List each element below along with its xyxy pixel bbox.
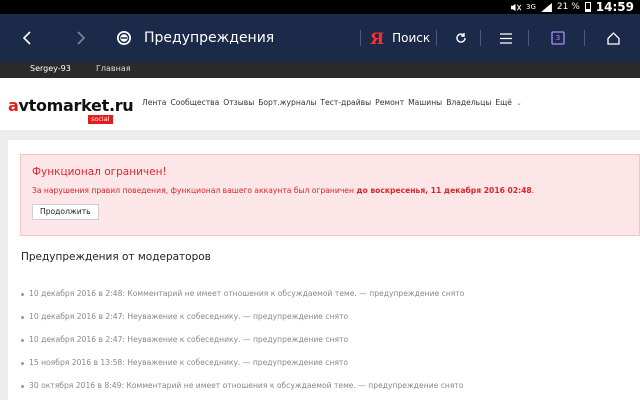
list-item: 15 ноября 2016 в 13:58: Неуважение к соб… — [21, 357, 464, 380]
forward-button[interactable] — [62, 14, 100, 62]
nav-item-test-drives[interactable]: Тест-драйвы — [320, 98, 371, 107]
username-link[interactable]: Sergey-93 — [30, 62, 71, 76]
site-logo[interactable]: avtomarket.ru — [8, 96, 134, 115]
home-button[interactable] — [594, 14, 632, 62]
warning-text: 30 октября 2016 в 8:49: Комментарий не и… — [29, 381, 464, 390]
bullet-icon — [21, 315, 24, 319]
list-item: 10 декабря 2016 в 2:47: Неуважение к соб… — [21, 311, 464, 334]
chevron-down-icon: ⌄ — [515, 99, 522, 107]
search-button[interactable]: Я Поиск — [370, 14, 430, 62]
logo-letter: a — [8, 96, 19, 115]
back-button[interactable] — [8, 14, 46, 62]
main-content: Функционал ограничен! За нарушения прави… — [8, 140, 640, 400]
nav-item-owners[interactable]: Владельцы — [446, 98, 491, 107]
warning-text: 15 ноября 2016 в 13:58: Неуважение к соб… — [29, 358, 349, 367]
home-icon — [606, 31, 620, 45]
tab-count: 3 — [555, 34, 561, 42]
warnings-list: 10 декабря 2016 в 2:48: Комментарий не и… — [21, 288, 464, 400]
nav-item-communities[interactable]: Сообщества — [170, 98, 219, 107]
bullet-icon — [21, 338, 24, 342]
forward-icon — [77, 31, 86, 45]
bullet-icon — [21, 292, 24, 296]
clock: 14:59 — [595, 0, 634, 14]
warnings-title: Предупреждения от модераторов — [21, 251, 211, 263]
refresh-icon — [456, 33, 466, 43]
home-link[interactable]: Главная — [96, 62, 131, 76]
logo-badge: social — [88, 115, 113, 124]
list-item: 10 декабря 2016 в 2:48: Комментарий не и… — [21, 288, 464, 311]
browser-toolbar: Предупреждения Я Поиск 3 — [0, 14, 640, 62]
yandex-logo: Я — [370, 28, 385, 48]
warning-text: 10 декабря 2016 в 2:47: Неуважение к соб… — [29, 312, 349, 321]
nav-item-cars[interactable]: Машины — [408, 98, 442, 107]
alert-message-date: до воскресенья, 11 декабря 2016 02:48 — [356, 186, 532, 195]
network-type: 3G — [526, 3, 536, 11]
search-label: Поиск — [392, 31, 431, 45]
nav-item-logbooks[interactable]: Борт.журналы — [258, 98, 316, 107]
nav-item-repair[interactable]: Ремонт — [375, 98, 404, 107]
logo-text: vtomarket.ru — [18, 96, 134, 115]
status-icons: 3G 21 % 14:59 — [510, 0, 634, 14]
restriction-alert: Функционал ограничен! За нарушения прави… — [20, 154, 640, 236]
nav-item-more[interactable]: Ещё ⌄ — [495, 98, 522, 107]
toolbar-divider — [480, 30, 481, 46]
toolbar-divider — [528, 30, 529, 46]
alert-message-suffix: . — [531, 186, 535, 195]
status-bar: 3G 21 % 14:59 — [0, 0, 640, 14]
list-item: 10 декабря 2016 в 2:47: Неуважение к соб… — [21, 334, 464, 357]
battery-percent: 21 % — [556, 2, 580, 12]
back-icon — [22, 31, 31, 45]
continue-button[interactable]: Продолжить — [32, 204, 99, 220]
refresh-button[interactable] — [442, 14, 480, 62]
main-nav: Лента Сообщества Отзывы Борт.журналы Тес… — [142, 98, 522, 107]
mute-icon — [511, 3, 522, 11]
bullet-icon — [21, 361, 24, 365]
signal-icon — [541, 2, 552, 12]
toolbar-divider — [436, 30, 437, 46]
tabs-button[interactable]: 3 — [540, 14, 576, 62]
warning-text: 10 декабря 2016 в 2:47: Неуважение к соб… — [29, 335, 349, 344]
site-user-bar: Sergey-93 Главная — [0, 62, 640, 78]
nav-item-feed[interactable]: Лента — [142, 98, 166, 107]
page-title: Предупреждения — [144, 30, 275, 46]
nav-item-more-label: Ещё — [495, 98, 512, 107]
site-favicon-icon — [117, 31, 131, 45]
list-item: 30 октября 2016 в 8:49: Комментарий не и… — [21, 380, 464, 400]
warning-text: 10 декабря 2016 в 2:48: Комментарий не и… — [29, 289, 465, 298]
battery-icon — [584, 2, 591, 12]
alert-message-prefix: За нарушения правил поведения, функциона… — [32, 186, 357, 195]
toolbar-divider — [584, 30, 585, 46]
nav-item-reviews[interactable]: Отзывы — [223, 98, 254, 107]
alert-message: За нарушения правил поведения, функциона… — [32, 186, 534, 195]
bullet-icon — [21, 384, 24, 388]
toolbar-divider — [360, 30, 361, 46]
site-header: avtomarket.ru social Лента Сообщества От… — [0, 78, 640, 130]
menu-button[interactable] — [488, 14, 524, 62]
site-favicon — [112, 14, 136, 62]
alert-title: Функционал ограничен! — [32, 166, 167, 178]
menu-icon — [500, 32, 512, 44]
